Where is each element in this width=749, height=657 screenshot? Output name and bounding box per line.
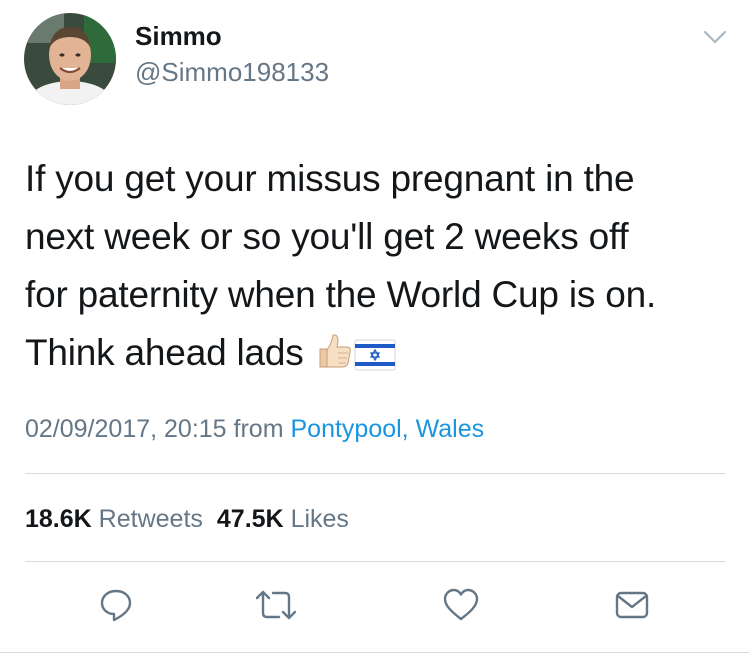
avatar-photo <box>24 13 116 105</box>
tweet-meta: 02/09/2017, 20:15 from Pontypool, Wales <box>25 412 484 446</box>
display-name[interactable]: Simmo <box>135 20 222 52</box>
retweets-label[interactable]: Retweets <box>99 505 203 533</box>
chevron-down-icon[interactable] <box>703 27 727 47</box>
tweet-text-line: next week or so you'll get 2 weeks off <box>25 216 629 257</box>
israel-flag-icon <box>354 330 396 388</box>
avatar[interactable] <box>24 13 116 105</box>
tweet-text-line: If you get your missus pregnant in the <box>25 158 635 199</box>
tweet-text-line: for paternity when the World Cup is on. <box>25 274 657 315</box>
likes-label[interactable]: Likes <box>291 505 349 533</box>
tweet-stats: 18.6K Retweets 47.5K Likes <box>25 502 349 536</box>
user-handle[interactable]: @Simmo198133 <box>135 56 329 88</box>
like-icon[interactable] <box>441 585 481 625</box>
divider <box>25 473 725 474</box>
reply-icon[interactable] <box>96 585 136 625</box>
likes-count[interactable]: 47.5K <box>217 505 284 533</box>
thumbs-up-icon <box>314 330 354 388</box>
timestamp[interactable]: 02/09/2017, 20:15 <box>25 415 227 443</box>
tweet-text-line-last: Think ahead lads <box>25 324 735 388</box>
location-link[interactable]: Pontypool, Wales <box>290 415 484 443</box>
retweet-icon[interactable] <box>253 585 299 625</box>
share-icon[interactable] <box>612 585 652 625</box>
divider <box>0 652 749 653</box>
tweet-text: If you get your missus pregnant in the n… <box>25 150 735 388</box>
retweets-count[interactable]: 18.6K <box>25 505 92 533</box>
divider <box>25 561 725 562</box>
tweet-text-line: Think ahead lads <box>25 332 314 373</box>
tweet-card: Simmo @Simmo198133 If you get your missu… <box>0 0 749 657</box>
from-label: from <box>226 415 291 443</box>
